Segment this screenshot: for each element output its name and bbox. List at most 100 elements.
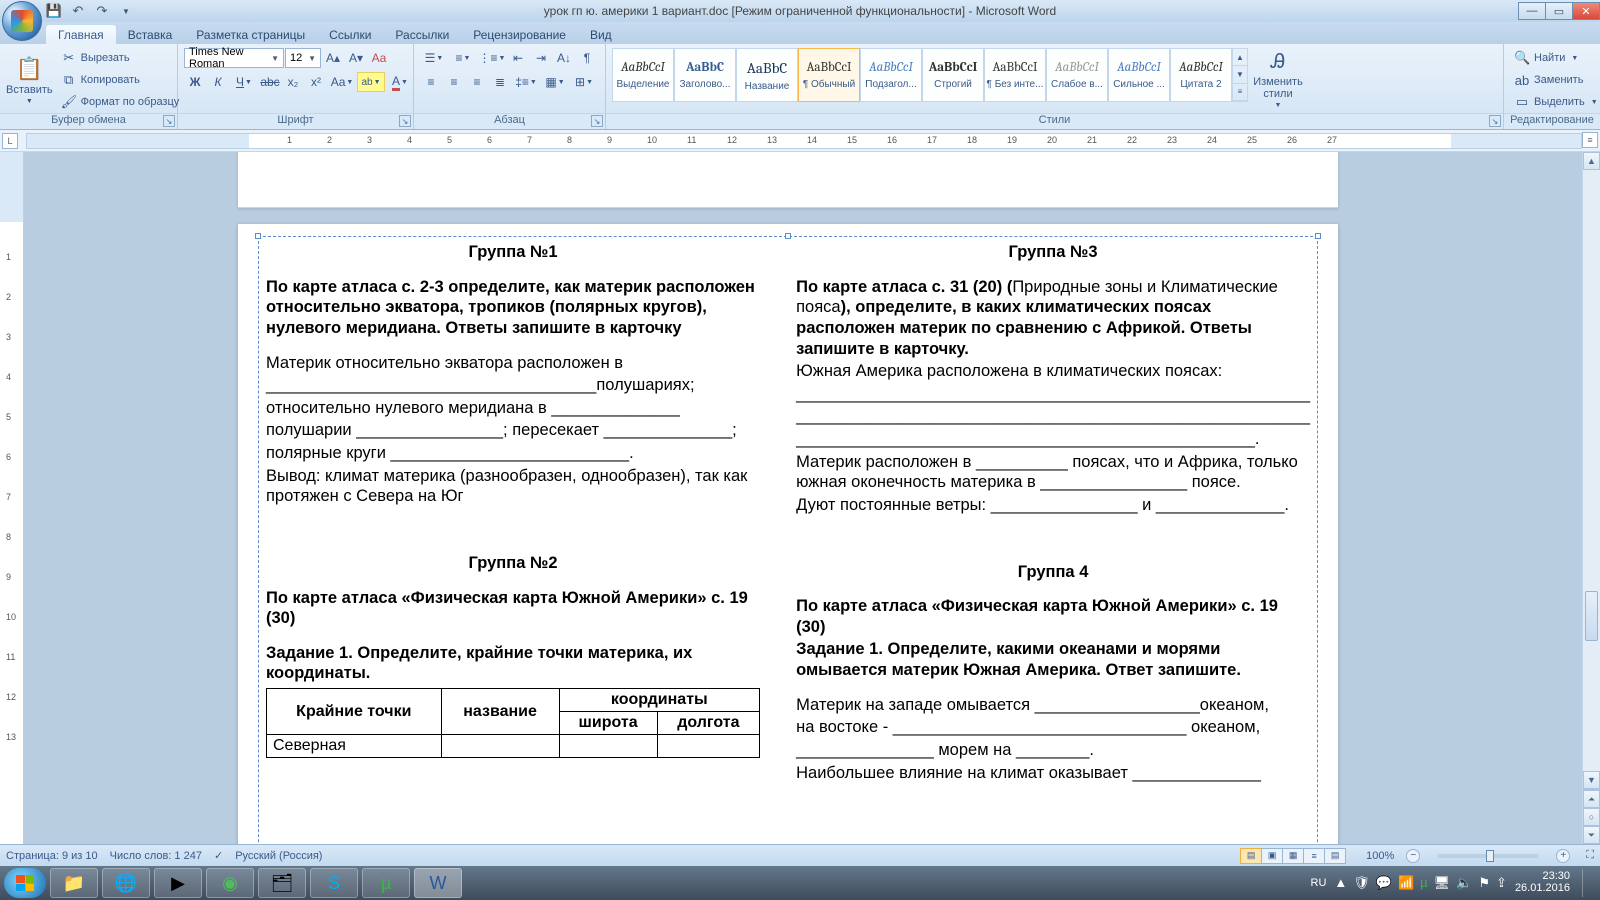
font-launcher[interactable]: ↘ (399, 115, 411, 127)
tab-mailings[interactable]: Рассылки (383, 25, 461, 44)
tray-app-icon[interactable]: µ (1420, 875, 1428, 891)
tray-monitor-icon[interactable]: 🖥 (1434, 875, 1451, 891)
tab-references[interactable]: Ссылки (317, 25, 383, 44)
tab-review[interactable]: Рецензирование (461, 25, 578, 44)
replace-button[interactable]: abЗаменить (1510, 70, 1600, 90)
undo-icon[interactable]: ↶ (68, 2, 88, 20)
grow-font-button[interactable]: A▴ (322, 48, 344, 68)
horizontal-ruler[interactable]: 1234 5678 9101112 13141516 17181920 2122… (26, 133, 1582, 149)
page[interactable]: Группа №1 По карте атласа с. 2-3 определ… (238, 224, 1338, 844)
tray-volume-icon[interactable]: 🔈 (1456, 875, 1472, 891)
tab-page-layout[interactable]: Разметка страницы (184, 25, 317, 44)
style-item[interactable]: AaBbCcIПодзагол... (860, 48, 922, 102)
zoom-percent[interactable]: 100% (1366, 850, 1394, 862)
cut-button[interactable]: ✂Вырезать (57, 48, 184, 68)
italic-button[interactable]: К (207, 72, 229, 92)
font-name-combo[interactable]: Times New Roman▼ (184, 48, 284, 68)
print-layout-view[interactable]: ▤ (1240, 848, 1262, 864)
draft-view[interactable]: ▤ (1324, 848, 1346, 864)
numbering-button[interactable]: ≡▼ (449, 48, 477, 68)
scroll-thumb[interactable] (1585, 591, 1598, 641)
superscript-button[interactable]: x² (305, 72, 327, 92)
taskbar-explorer[interactable]: 📁 (50, 868, 98, 898)
zoom-out-button[interactable]: − (1406, 849, 1420, 863)
style-item[interactable]: AaBbCcIЦитата 2 (1170, 48, 1232, 102)
align-center-button[interactable]: ≡ (443, 72, 465, 92)
status-words[interactable]: Число слов: 1 247 (110, 850, 202, 862)
maximize-button[interactable]: ▭ (1545, 2, 1573, 20)
taskbar-folders[interactable]: 🗂 (258, 868, 306, 898)
redo-icon[interactable]: ↷ (92, 2, 112, 20)
change-case-button[interactable]: Aa▼ (328, 72, 356, 92)
justify-button[interactable]: ≣ (489, 72, 511, 92)
minimize-button[interactable]: — (1518, 2, 1546, 20)
format-painter-button[interactable]: 🖌Формат по образцу (57, 92, 184, 112)
outline-view[interactable]: ≡ (1303, 848, 1325, 864)
clear-format-button[interactable]: Aa (368, 48, 390, 68)
qat-customize-icon[interactable]: ▼ (116, 2, 136, 20)
taskbar-chrome[interactable]: 🌐 (102, 868, 150, 898)
scroll-up-button[interactable]: ▲ (1583, 152, 1600, 170)
shading-button[interactable]: ▦▼ (541, 72, 569, 92)
tray-network-icon[interactable]: 📶 (1398, 875, 1414, 891)
status-proof-icon[interactable]: ✓ (214, 849, 223, 862)
style-item[interactable]: AaBbCЗаголово... (674, 48, 736, 102)
find-button[interactable]: 🔍Найти▼ (1510, 48, 1600, 68)
office-button[interactable] (2, 1, 42, 41)
change-styles-button[interactable]: Ꭿ Изменить стили ▼ (1248, 48, 1308, 112)
web-layout-view[interactable]: ▦ (1282, 848, 1304, 864)
style-item[interactable]: AaBbCcIСильное ... (1108, 48, 1170, 102)
multilevel-button[interactable]: ⋮≡▼ (478, 48, 506, 68)
vertical-ruler[interactable]: 1234 5678 9101112 13 (0, 152, 24, 844)
scroll-down-button[interactable]: ▼ (1583, 771, 1600, 789)
zoom-fit-icon[interactable]: ⛶ (1586, 849, 1594, 862)
borders-button[interactable]: ⊞▼ (570, 72, 598, 92)
taskbar-media[interactable]: ▶ (154, 868, 202, 898)
taskbar-utorrent[interactable]: µ (362, 868, 410, 898)
line-spacing-button[interactable]: ‡≡▼ (512, 72, 540, 92)
font-color-button[interactable]: A▼ (386, 72, 414, 92)
ruler-toggle[interactable]: ≡ (1582, 132, 1598, 148)
tray-flag-icon[interactable]: ▲ (1334, 875, 1347, 891)
tray-usb-icon[interactable]: ⇪ (1496, 875, 1507, 891)
clipboard-launcher[interactable]: ↘ (163, 115, 175, 127)
taskbar-app1[interactable]: ◉ (206, 868, 254, 898)
status-page[interactable]: Страница: 9 из 10 (6, 850, 98, 862)
tab-home[interactable]: Главная (46, 25, 116, 44)
tray-clock[interactable]: 23:30 26.01.2016 (1515, 871, 1570, 894)
tray-chat-icon[interactable]: 💬 (1376, 875, 1392, 891)
show-desktop-button[interactable] (1582, 869, 1590, 897)
tab-view[interactable]: Вид (578, 25, 624, 44)
tray-lang[interactable]: RU (1311, 877, 1327, 889)
zoom-in-button[interactable]: + (1556, 849, 1570, 863)
start-button[interactable] (4, 868, 46, 898)
taskbar-skype[interactable]: S (310, 868, 358, 898)
zoom-slider[interactable] (1438, 854, 1538, 858)
styles-launcher[interactable]: ↘ (1489, 115, 1501, 127)
browse-object-button[interactable]: ○ (1583, 808, 1600, 826)
style-item[interactable]: AaBbCcI¶ Без инте... (984, 48, 1046, 102)
style-item[interactable]: AaBbCcIСлабое в... (1046, 48, 1108, 102)
strike-button[interactable]: abc (259, 72, 281, 92)
style-item[interactable]: AaBbCcIСтрогий (922, 48, 984, 102)
status-language[interactable]: Русский (Россия) (235, 850, 322, 862)
full-screen-view[interactable]: ▣ (1261, 848, 1283, 864)
highlight-button[interactable]: ab▼ (357, 72, 385, 92)
save-icon[interactable]: 💾 (44, 2, 64, 20)
close-button[interactable]: ✕ (1572, 2, 1600, 20)
tray-action-icon[interactable]: ⚑ (1478, 875, 1490, 891)
styles-scroll[interactable]: ▲▼≡ (1232, 48, 1248, 102)
style-item[interactable]: AaBbCcI¶ Обычный (798, 48, 860, 102)
shrink-font-button[interactable]: A▾ (345, 48, 367, 68)
tray-shield-icon[interactable]: 🛡 (1353, 875, 1370, 891)
align-right-button[interactable]: ≡ (466, 72, 488, 92)
select-button[interactable]: ▭Выделить▼ (1510, 92, 1600, 112)
tab-insert[interactable]: Вставка (116, 25, 185, 44)
vertical-scrollbar[interactable]: ▲ ▼ ⏶ ○ ⏷ (1582, 152, 1600, 844)
indent-increase-button[interactable]: ⇥ (530, 48, 552, 68)
bold-button[interactable]: Ж (184, 72, 206, 92)
sort-button[interactable]: A↓ (553, 48, 575, 68)
copy-button[interactable]: ⧉Копировать (57, 70, 184, 90)
bullets-button[interactable]: ☰▼ (420, 48, 448, 68)
underline-button[interactable]: Ч▼ (230, 72, 258, 92)
